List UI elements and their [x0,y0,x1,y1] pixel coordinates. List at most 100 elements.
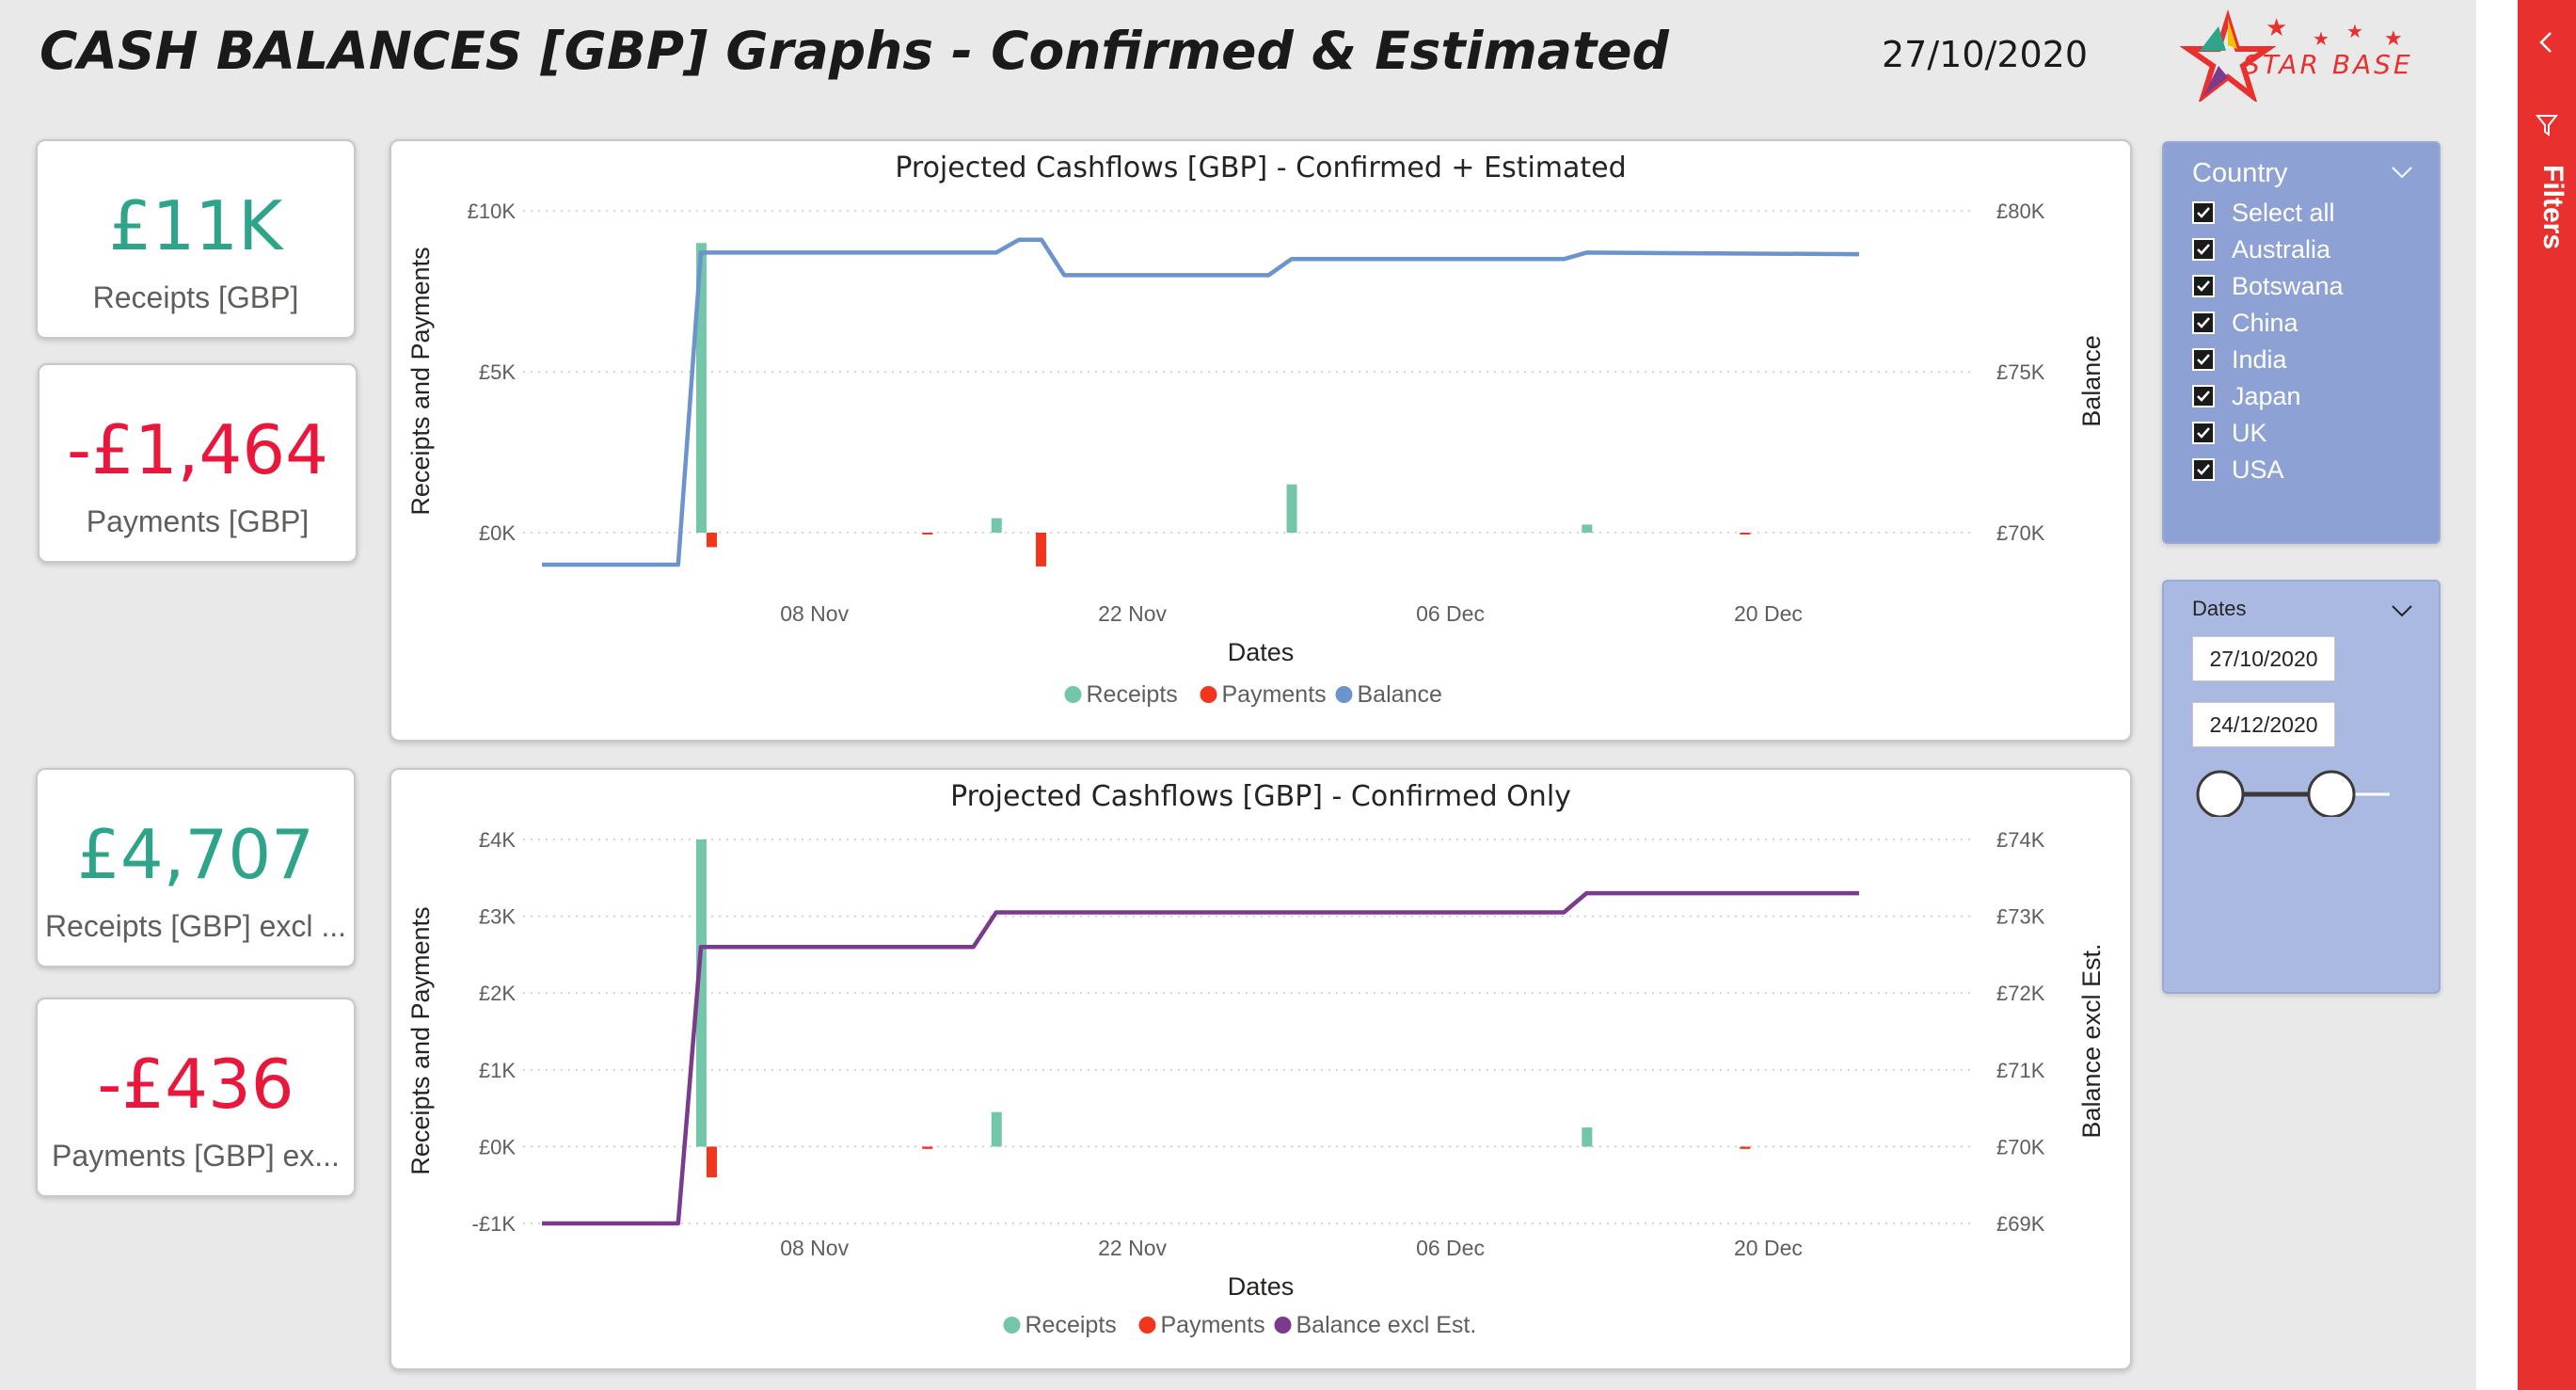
checkbox-checked-icon[interactable] [2192,385,2215,407]
svg-text:★: ★ [2313,27,2330,50]
checkbox-checked-icon[interactable] [2192,201,2215,224]
x-tick-label: 20 Dec [1734,1236,1803,1260]
receipts-bar[interactable] [1582,524,1593,533]
legend-item[interactable]: Balance excl Est. [1296,1312,1477,1338]
chevron-left-icon[interactable] [2535,30,2559,55]
x-axis-label: Dates [1228,1272,1295,1301]
country-option-uk[interactable]: UK [2192,418,2267,448]
kpi-payments[interactable]: -£1,464 Payments [GBP] [38,363,358,563]
country-option-india[interactable]: India [2192,344,2287,375]
kpi-payments-excl[interactable]: -£436 Payments [GBP] ex... [36,998,356,1197]
kpi-receipts-excl[interactable]: £4,707 Receipts [GBP] excl ... [36,768,356,967]
legend-item[interactable]: Receipts [1026,1312,1117,1338]
checkbox-checked-icon[interactable] [2192,458,2215,481]
x-tick-label: 06 Dec [1416,601,1485,626]
date-range-slider[interactable] [2192,760,2418,817]
legend-marker [1274,1317,1292,1334]
checkbox-checked-icon[interactable] [2192,275,2215,297]
payments-bar[interactable] [1740,533,1751,535]
x-axis-label: Dates [1228,638,1295,666]
legend-item[interactable]: Payments [1222,681,1327,708]
x-tick-label: 22 Nov [1098,1236,1167,1260]
legend-marker [1200,686,1217,703]
chevron-down-icon[interactable] [2390,599,2414,623]
country-option-usa[interactable]: USA [2192,455,2284,485]
checkbox-checked-icon[interactable] [2192,238,2215,261]
y-tick-label: -£1K [472,1212,517,1236]
y2-tick-label: £70K [1996,1135,2045,1158]
page-title: CASH BALANCES [GBP] Graphs - Confirmed &… [40,21,1669,81]
filter-icon [2535,115,2559,136]
checkbox-checked-icon[interactable] [2192,312,2215,334]
y2-tick-label: £69K [1996,1212,2045,1236]
country-option-label: Botswana [2232,271,2344,300]
legend-marker [1335,686,1353,703]
balance-line[interactable] [542,890,1859,1226]
dates-slicer[interactable]: Dates 27/10/2020 24/12/2020 [2162,580,2441,994]
kpi-value: -£1,464 [67,410,328,489]
country-option-australia[interactable]: Australia [2192,234,2330,264]
country-option-label: China [2232,308,2298,337]
country-option-label: USA [2232,455,2284,484]
legend-marker [1003,1317,1021,1334]
country-option-china[interactable]: China [2192,308,2298,338]
x-tick-label: 06 Dec [1416,1236,1485,1260]
y-tick-label: £1K [479,1059,516,1082]
y2-tick-label: £71K [1996,1059,2045,1082]
payments-bar[interactable] [706,1146,717,1178]
report-date: 27/10/2020 [1882,34,2089,75]
receipts-bar[interactable] [991,1111,1002,1147]
kpi-receipts[interactable]: £11K Receipts [GBP] [36,139,356,339]
country-option-botswana[interactable]: Botswana [2192,271,2344,301]
legend-item[interactable]: Balance [1358,681,1442,708]
y2-tick-label: £73K [1996,905,2045,929]
chevron-down-icon[interactable] [2390,160,2414,184]
country-slicer[interactable]: Country Select all Australia Botswana China… [2162,141,2441,544]
legend-marker [1064,686,1082,703]
receipts-bar[interactable] [1286,484,1297,533]
payments-bar[interactable] [922,533,933,535]
x-tick-label: 08 Nov [780,601,849,626]
payments-bar[interactable] [1740,1146,1751,1149]
y2-tick-label: £70K [1996,521,2045,545]
end-date-input[interactable]: 24/12/2020 [2192,702,2335,747]
country-option-label: Select all [2232,198,2335,227]
chart-confirmed-only: Projected Cashflows [GBP] - Confirmed On… [406,780,2106,1338]
y2-tick-label: £72K [1996,982,2045,1005]
payments-bar[interactable] [1036,533,1047,567]
legend-item[interactable]: Payments [1161,1312,1265,1338]
y-tick-label: £0K [479,521,516,545]
filters-pane-label[interactable]: Filters [2531,165,2568,249]
canvas-gutter [2476,0,2518,1390]
kpi-label: Payments [GBP] ex... [52,1139,340,1173]
y-axis-label: Receipts and Payments [406,247,435,515]
legend-item[interactable]: Receipts [1087,681,1178,708]
kpi-value: £11K [108,186,283,265]
y2-tick-label: £75K [1996,360,2045,384]
chart-confirmed-estimated: Projected Cashflows [GBP] - Confirmed + … [406,152,2106,708]
checkbox-checked-icon[interactable] [2192,422,2215,444]
country-option-japan[interactable]: Japan [2192,381,2301,411]
receipts-bar[interactable] [991,518,1002,533]
chart-card-confirmed-only[interactable]: Projected Cashflows [GBP] - Confirmed On… [390,768,2132,1370]
start-date-input[interactable]: 27/10/2020 [2192,636,2335,681]
kpi-value: -£436 [97,1045,294,1124]
country-option-select-all[interactable]: Select all [2192,198,2335,228]
balance-line[interactable] [542,237,1860,567]
payments-bar[interactable] [922,1146,933,1149]
x-tick-label: 22 Nov [1098,601,1167,626]
kpi-label: Payments [GBP] [86,504,310,538]
country-slicer-title: Country [2192,158,2288,188]
country-option-label: India [2232,344,2287,374]
checkbox-checked-icon[interactable] [2192,348,2215,371]
chart-card-confirmed-estimated[interactable]: Projected Cashflows [GBP] - Confirmed + … [390,139,2132,742]
kpi-value: £4,707 [77,815,314,894]
payments-bar[interactable] [706,533,717,548]
y-tick-label: £4K [479,828,516,852]
y-tick-label: £2K [479,982,516,1005]
country-option-label: Australia [2232,234,2331,264]
y-tick-label: £10K [468,200,517,223]
country-option-label: Japan [2232,381,2301,410]
star-base-logo: STAR BASE ★ ★ ★ ★ [2179,8,2410,102]
receipts-bar[interactable] [1582,1127,1593,1147]
